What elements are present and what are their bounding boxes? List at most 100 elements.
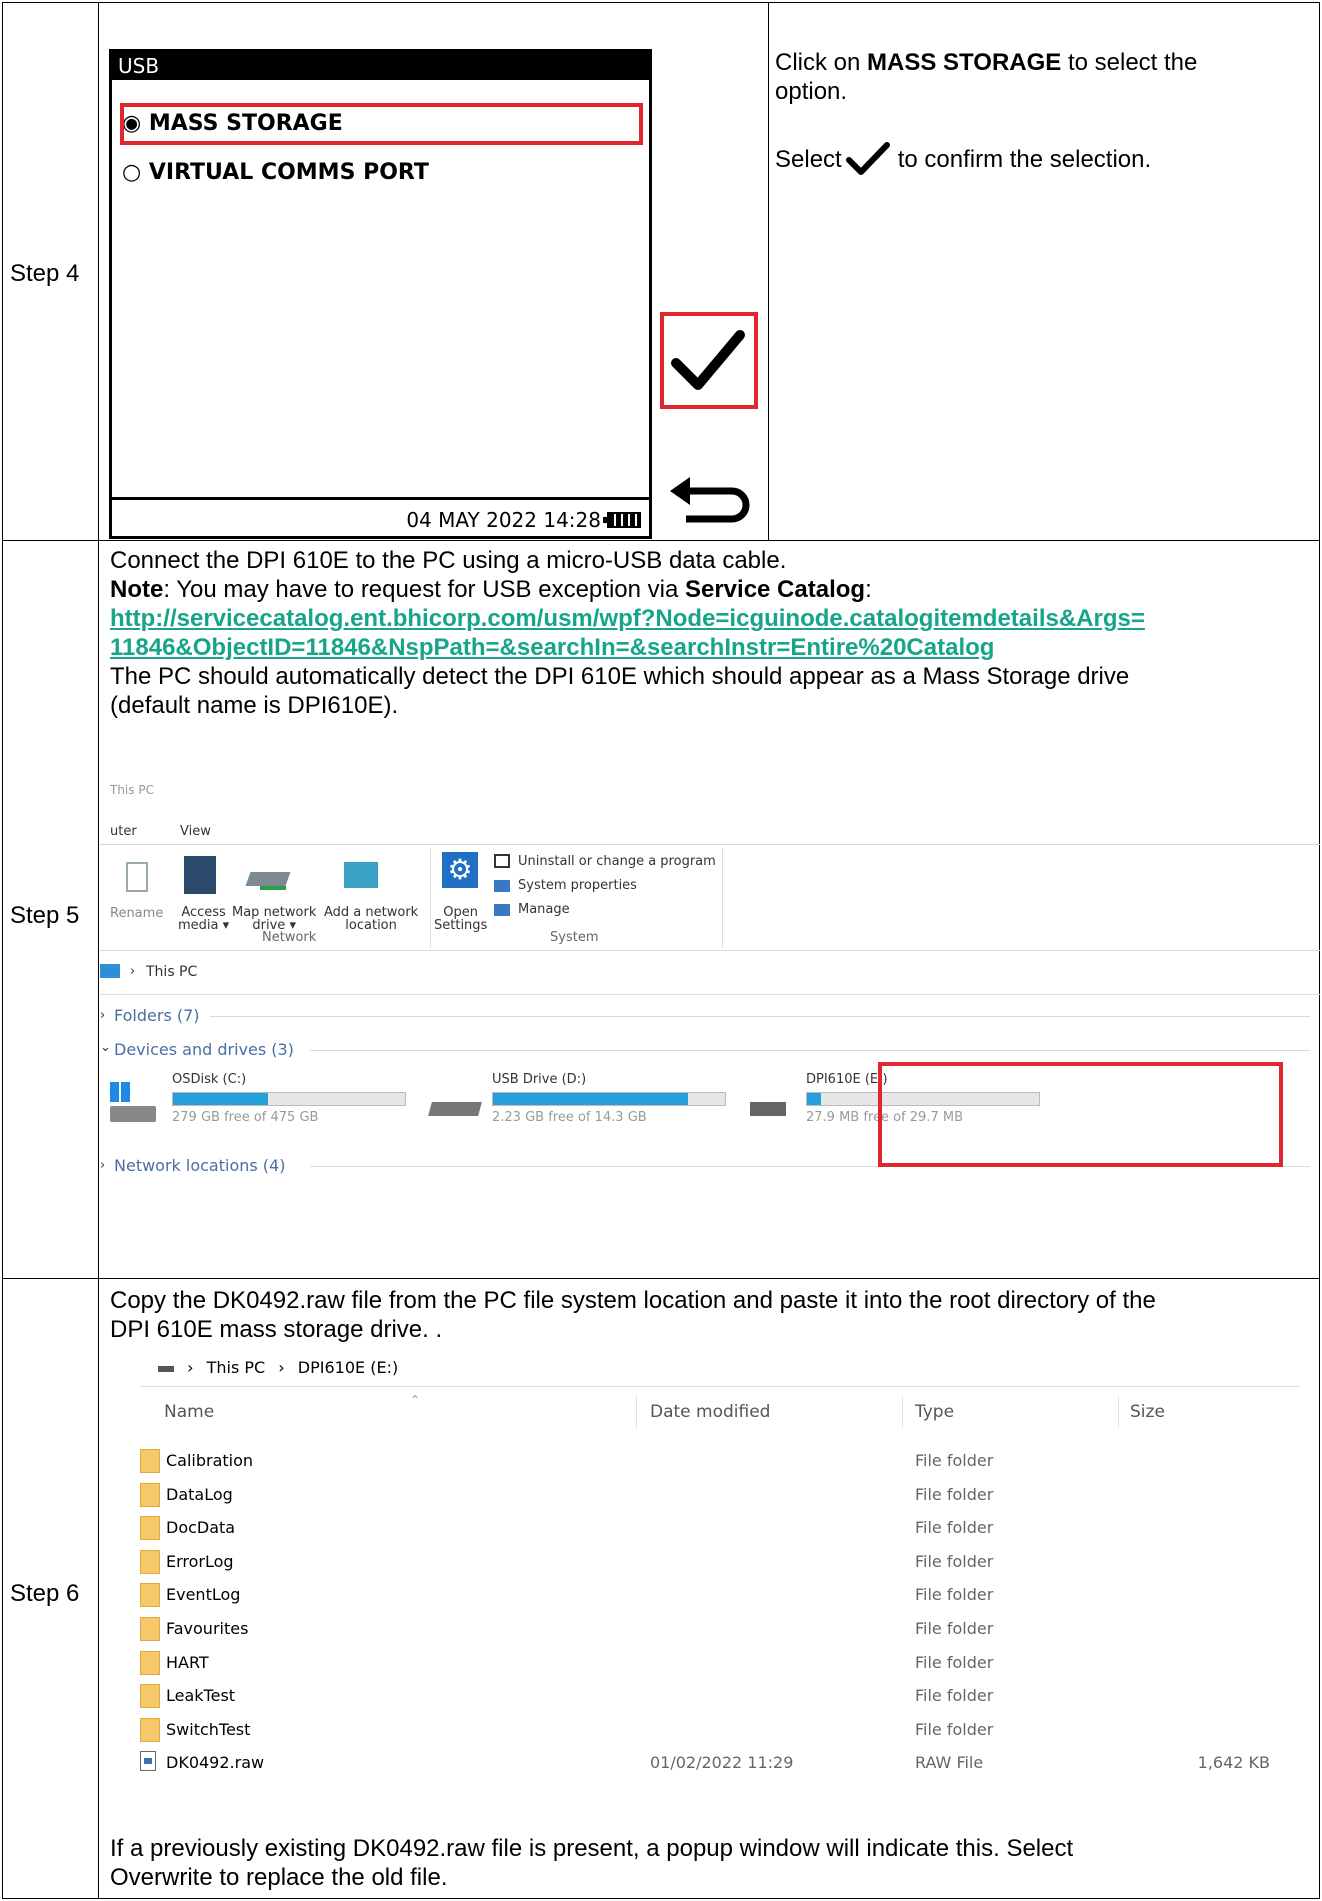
step6-text: If a previously existing DK0492.raw file… — [110, 1835, 1074, 1862]
drive-usage-fill — [807, 1093, 821, 1105]
step4-text: to select the — [1061, 49, 1198, 76]
file-type: File folder — [915, 1585, 994, 1605]
add-network-location-button[interactable]: Add a network location — [324, 906, 418, 932]
table-row[interactable]: DocData File folder — [140, 1513, 1270, 1543]
file-type: File folder — [915, 1686, 994, 1706]
header-name[interactable]: Name — [164, 1392, 214, 1432]
table-row[interactable]: DK0492.raw 01/02/2022 11:29 RAW File 1,642 … — [140, 1748, 1270, 1778]
file-list-window: › This PC › DPI610E (E:) Name ⌃ Date mod… — [140, 1350, 1300, 1840]
breadcrumb[interactable]: › This PC › DPI610E (E:) — [140, 1350, 1300, 1387]
drive-name: OSDisk (C:) — [172, 1072, 247, 1087]
folder-icon — [140, 1449, 160, 1473]
confirm-check-icon[interactable] — [668, 325, 748, 395]
uninstall-program-button[interactable]: Uninstall or change a program — [518, 854, 716, 869]
map-network-drive-led — [260, 886, 286, 890]
header-divider — [902, 1396, 903, 1428]
option-label: VIRTUAL COMMS PORT — [148, 160, 429, 185]
breadcrumb-this-pc[interactable]: This PC — [207, 1358, 266, 1377]
folder-icon — [140, 1717, 160, 1742]
table-row[interactable]: EventLog File folder — [140, 1580, 1270, 1610]
file-date: 01/02/2022 11:29 — [650, 1753, 794, 1773]
header-divider — [1118, 1396, 1119, 1428]
uninstall-icon — [494, 854, 510, 868]
file-name: EventLog — [166, 1585, 241, 1605]
usb-drive-icon — [750, 1102, 786, 1116]
file-name: SwitchTest — [166, 1719, 251, 1739]
folder-icon — [140, 1650, 160, 1675]
map-network-drive-button[interactable]: Map network drive ▾ — [232, 906, 316, 932]
folder-icon — [140, 1482, 160, 1507]
table-row[interactable]: ErrorLog File folder — [140, 1547, 1270, 1577]
folder-icon — [140, 1516, 160, 1541]
link-text: 11846&ObjectID=11846&NspPath=&searchIn=&… — [110, 634, 995, 661]
folder-icon — [140, 1549, 160, 1574]
table-row[interactable]: Favourites File folder — [140, 1614, 1270, 1644]
battery-icon — [603, 512, 641, 528]
file-type: File folder — [915, 1484, 994, 1504]
step5-text: The PC should automatically detect the D… — [110, 663, 1130, 690]
file-type: File folder — [915, 1619, 994, 1638]
file-type: File folder — [915, 1551, 994, 1571]
table-row[interactable]: HART File folder — [140, 1648, 1270, 1678]
table-row[interactable]: LeakTest File folder — [140, 1681, 1270, 1711]
sort-up-icon: ⌃ — [410, 1393, 421, 1407]
address-text: This PC — [146, 964, 198, 980]
drive-usage-fill — [173, 1093, 269, 1105]
step4-text: option. — [775, 78, 848, 105]
step5-text: Connect the DPI 610E to the PC using a m… — [110, 547, 787, 574]
drive-d[interactable]: USB Drive (D:) 2.23 GB free of 14.3 GB — [428, 1072, 740, 1132]
ribbon-group-network: Network — [262, 930, 317, 945]
rename-button[interactable]: Rename — [110, 906, 163, 921]
ribbon-divider — [430, 848, 431, 948]
hard-drive-icon — [110, 1106, 156, 1122]
drive-c[interactable]: OSDisk (C:) 279 GB free of 475 GB — [110, 1072, 420, 1132]
address-bar[interactable]: › This PC — [100, 952, 1320, 995]
step4-label: Step 4 — [10, 260, 80, 287]
option-virtual-comms-port[interactable]: ○ VIRTUAL COMMS PORT — [122, 160, 429, 185]
breadcrumb-separator: › — [278, 1358, 285, 1377]
breadcrumb-drive[interactable]: DPI610E (E:) — [298, 1358, 398, 1377]
ribbon-label: Settings — [434, 918, 488, 933]
folders-group-label: Folders (7) — [114, 1006, 200, 1025]
ribbon-label: media ▾ — [178, 918, 230, 933]
file-type: RAW File — [915, 1753, 984, 1773]
table-row[interactable]: DataLog File folder — [140, 1480, 1270, 1510]
file-name: ErrorLog — [166, 1551, 234, 1571]
step5-text: : You may have to request for USB except… — [163, 576, 685, 603]
file-name: Calibration — [166, 1451, 254, 1470]
step6-text: Copy the DK0492.raw file from the PC fil… — [110, 1287, 1156, 1314]
manage-button[interactable]: Manage — [518, 902, 570, 917]
header-divider — [636, 1396, 637, 1428]
open-settings-button[interactable]: Open Settings — [434, 906, 487, 932]
folders-group[interactable]: › Folders (7) — [100, 1002, 1320, 1032]
back-arrow-icon[interactable] — [668, 475, 754, 527]
breadcrumb-separator: › — [187, 1358, 194, 1377]
file-size: 1,642 KB — [1197, 1753, 1270, 1773]
step6-label: Step 6 — [10, 1580, 80, 1607]
step6-text: Overwrite to replace the old file. — [110, 1864, 448, 1891]
ribbon-top-line — [100, 844, 1320, 845]
tab-view[interactable]: View — [180, 824, 211, 839]
table-row[interactable]: Calibration File folder — [140, 1446, 1270, 1476]
table-row[interactable]: SwitchTest File folder — [140, 1715, 1270, 1745]
chevron-right-icon: › — [100, 1158, 106, 1173]
folder-icon — [140, 1583, 160, 1608]
devices-group-label: Devices and drives (3) — [114, 1040, 294, 1059]
step5-text: (default name is DPI610E). — [110, 692, 399, 719]
column-header[interactable]: Name ⌃ Date modified Type Size — [140, 1392, 1300, 1432]
system-properties-button[interactable]: System properties — [518, 878, 637, 893]
access-media-button[interactable]: Access media ▾ — [178, 906, 229, 932]
header-type[interactable]: Type — [915, 1392, 954, 1432]
ribbon-divider — [722, 848, 723, 948]
computer-icon — [100, 964, 120, 978]
note-label: Note — [110, 576, 164, 603]
header-size[interactable]: Size — [1130, 1392, 1165, 1432]
tab-computer[interactable]: uter — [110, 824, 137, 839]
file-name: Favourites — [166, 1619, 249, 1638]
file-name: HART — [166, 1652, 209, 1672]
step4-text: to confirm the selection. — [897, 145, 1152, 173]
file-type: File folder — [915, 1719, 994, 1739]
header-date[interactable]: Date modified — [650, 1392, 770, 1432]
service-catalog-link[interactable]: http://servicecatalog.ent.bhicorp.com/us… — [110, 605, 1145, 661]
file-type: File folder — [915, 1652, 994, 1672]
